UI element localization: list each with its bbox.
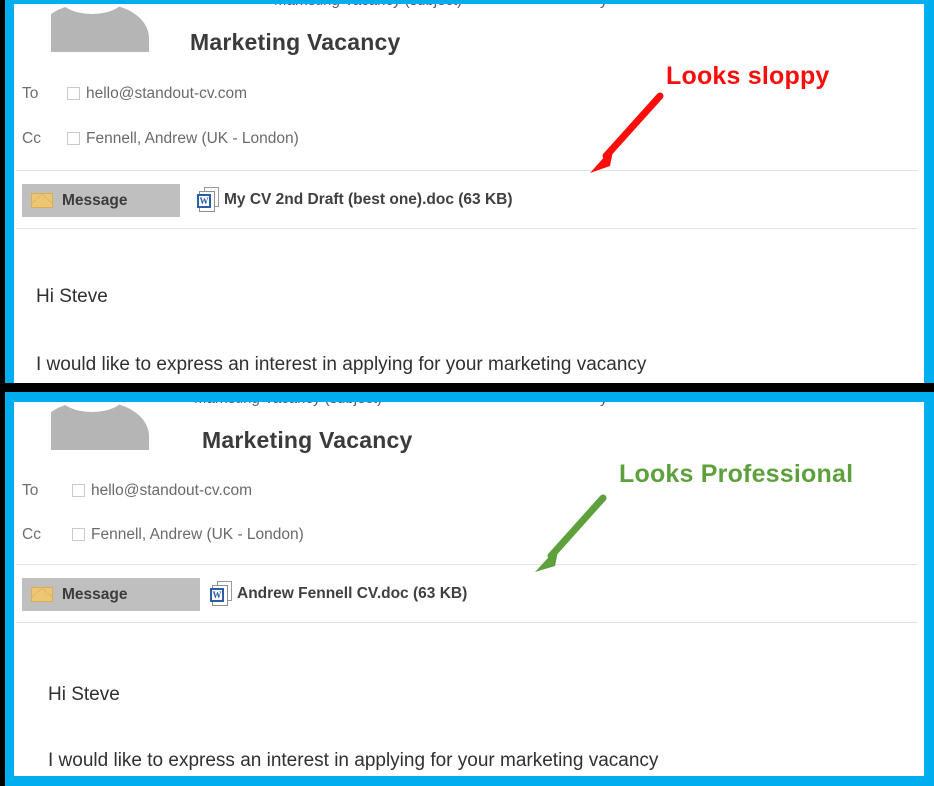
to-field-label: To <box>22 482 39 499</box>
word-document-icon: W <box>210 581 233 607</box>
attachment-item-sloppy[interactable]: W My CV 2nd Draft (best one).doc (63 KB) <box>197 187 513 213</box>
avatar <box>35 4 150 52</box>
email-client-window-professional: Marketing Vacancy (subject) y Marketing … <box>14 402 924 776</box>
clipped-header-text-sloppy: Marketing Vacancy (subject) y <box>14 4 924 8</box>
cc-field-label: Cc <box>22 526 41 543</box>
screenshot-root: Marketing Vacancy (subject) y Marketing … <box>0 0 934 786</box>
to-field-checkbox[interactable] <box>67 87 80 100</box>
message-tab-label: Message <box>62 191 128 209</box>
email-client-window-sloppy: Marketing Vacancy (subject) y Marketing … <box>14 4 924 383</box>
annotation-arrow-sloppy <box>590 92 664 173</box>
annotation-label-professional: Looks Professional <box>619 460 854 488</box>
email-panel-professional: Marketing Vacancy (subject) y Marketing … <box>5 392 934 786</box>
clipped-header-text-professional: Marketing Vacancy (subject) y <box>14 402 924 406</box>
cc-field-value[interactable]: Fennell, Andrew (UK - London) <box>91 526 304 544</box>
body-greeting-professional: Hi Steve <box>48 684 120 705</box>
attachment-divider-bottom <box>16 622 918 623</box>
body-greeting-sloppy: Hi Steve <box>36 286 108 307</box>
to-field-value[interactable]: hello@standout-cv.com <box>86 85 247 103</box>
cc-field-checkbox[interactable] <box>72 528 85 541</box>
cc-field-label: Cc <box>22 130 41 147</box>
to-field-checkbox[interactable] <box>72 484 85 497</box>
message-tab-professional[interactable]: Message <box>22 578 200 611</box>
envelope-icon <box>31 587 53 602</box>
envelope-icon <box>31 193 53 208</box>
attachment-filename: My CV 2nd Draft (best one).doc (63 KB) <box>224 191 513 208</box>
annotation-label-sloppy: Looks sloppy <box>666 62 830 90</box>
cc-field-checkbox[interactable] <box>67 132 80 145</box>
attachment-divider-top <box>16 228 918 229</box>
to-field-label: To <box>22 85 39 102</box>
message-tab-sloppy[interactable]: Message <box>22 184 180 217</box>
attachment-item-professional[interactable]: W Andrew Fennell CV.doc (63 KB) <box>210 581 467 607</box>
word-document-icon: W <box>197 187 220 213</box>
attachment-filename: Andrew Fennell CV.doc (63 KB) <box>237 585 468 602</box>
message-tab-label: Message <box>62 585 128 603</box>
header-divider-bottom <box>16 564 918 565</box>
cc-field-value[interactable]: Fennell, Andrew (UK - London) <box>86 130 299 148</box>
subject-line-sloppy: Marketing Vacancy <box>190 29 401 55</box>
body-paragraph-sloppy: I would like to express an interest in a… <box>36 354 647 375</box>
to-field-value[interactable]: hello@standout-cv.com <box>91 482 252 500</box>
avatar <box>35 402 150 450</box>
email-panel-sloppy: Marketing Vacancy (subject) y Marketing … <box>5 0 934 383</box>
header-divider-top <box>16 170 918 171</box>
body-paragraph-professional: I would like to express an interest in a… <box>48 750 659 771</box>
subject-line-professional: Marketing Vacancy <box>202 427 413 453</box>
annotation-arrow-professional <box>535 494 607 572</box>
